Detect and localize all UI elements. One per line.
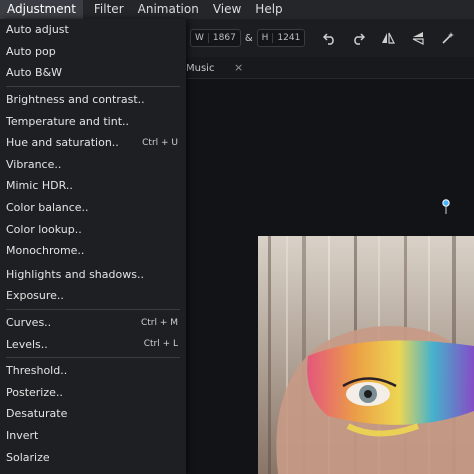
menu-item-temperature-tint[interactable]: Temperature and tint..	[0, 110, 186, 132]
menu-item-label: Temperature and tint..	[6, 114, 130, 128]
menu-item-exposure[interactable]: Exposure..	[0, 285, 186, 307]
menu-item-vibrance[interactable]: Vibrance..	[0, 154, 186, 176]
menu-item-label: Curves..	[6, 316, 52, 330]
menu-item-auto-adjust[interactable]: Auto adjust	[0, 19, 186, 41]
menu-item-label: Highlights and shadows..	[6, 267, 144, 281]
menu-item-label: Posterize..	[6, 385, 63, 399]
menu-item-label: Color balance..	[6, 201, 89, 215]
anchor-pin-icon[interactable]	[442, 199, 450, 219]
menu-animation[interactable]: Animation	[131, 0, 206, 19]
flip-horizontal-icon[interactable]	[377, 27, 399, 49]
menu-item-label: Exposure..	[6, 289, 64, 303]
menu-view[interactable]: View	[206, 0, 248, 19]
menu-item-auto-bw[interactable]: Auto B&W	[0, 62, 186, 84]
link-dimensions-icon[interactable]: &	[245, 33, 253, 44]
menu-item-label: Vibrance..	[6, 157, 62, 171]
menu-item-shortcut: Ctrl + M	[140, 317, 178, 328]
menu-item-invert[interactable]: Invert	[0, 425, 186, 447]
tab-music[interactable]: Music	[186, 57, 214, 79]
menu-item-label: Brightness and contrast..	[6, 93, 145, 107]
height-value[interactable]: 1241	[272, 33, 300, 43]
menu-item-label: Hue and saturation..	[6, 136, 119, 150]
document-tab-bar: Music ×	[186, 57, 474, 79]
undo-icon[interactable]	[319, 27, 341, 49]
menu-item-color-lookup[interactable]: Color lookup..	[0, 218, 186, 240]
menu-adjustment[interactable]: Adjustment	[0, 0, 83, 19]
menu-item-shortcut: Ctrl + U	[142, 137, 178, 148]
menu-item-label: Monochrome..	[6, 244, 85, 258]
flip-vertical-icon[interactable]	[407, 27, 429, 49]
menu-item-threshold[interactable]: Threshold..	[0, 360, 186, 382]
menu-item-label: Auto adjust	[6, 23, 69, 37]
menu-item-auto-pop[interactable]: Auto pop	[0, 41, 186, 63]
menu-item-hue-saturation[interactable]: Hue and saturation.. Ctrl + U	[0, 132, 186, 154]
menu-item-label: Invert	[6, 428, 39, 442]
toolbar: W 1867 & H 1241	[186, 19, 474, 57]
menu-filter[interactable]: Filter	[87, 0, 131, 19]
magic-wand-icon[interactable]	[437, 27, 459, 49]
menu-item-label: Auto pop	[6, 44, 56, 58]
menu-item-monochrome[interactable]: Monochrome..	[0, 240, 186, 262]
menu-item-label: Solarize	[6, 450, 50, 464]
menu-item-desaturate[interactable]: Desaturate	[0, 403, 186, 425]
menu-item-curves[interactable]: Curves.. Ctrl + M	[0, 312, 186, 334]
menu-item-label: Threshold..	[6, 364, 68, 378]
menu-divider	[6, 85, 180, 87]
menu-item-mimic-hdr[interactable]: Mimic HDR..	[0, 175, 186, 197]
menu-item-label: Color lookup..	[6, 222, 82, 236]
menu-item-label: Levels..	[6, 337, 48, 351]
menu-bar: Adjustment Filter Animation View Help	[0, 0, 474, 19]
menu-item-posterize[interactable]: Posterize..	[0, 382, 186, 404]
menu-help[interactable]: Help	[248, 0, 289, 19]
height-label: H	[261, 33, 269, 43]
width-label: W	[195, 33, 204, 43]
close-icon[interactable]: ×	[234, 61, 243, 74]
redo-icon[interactable]	[347, 27, 369, 49]
menu-item-label: Desaturate	[6, 407, 68, 421]
menu-item-shortcut: Ctrl + L	[143, 339, 178, 350]
menu-item-brightness-contrast[interactable]: Brightness and contrast..	[0, 89, 186, 111]
canvas-image	[258, 236, 474, 474]
menu-item-color-balance[interactable]: Color balance..	[0, 197, 186, 219]
height-field[interactable]: H 1241	[256, 29, 306, 47]
adjustment-dropdown-menu: Auto adjust Auto pop Auto B&W Brightness…	[0, 19, 186, 474]
menu-item-highlights-shadows[interactable]: Highlights and shadows..	[0, 264, 186, 286]
menu-item-label: Mimic HDR..	[6, 179, 73, 193]
menu-item-label: Auto B&W	[6, 66, 63, 80]
menu-item-solarize[interactable]: Solarize	[0, 446, 186, 468]
width-field[interactable]: W 1867	[190, 29, 241, 47]
width-value[interactable]: 1867	[207, 33, 236, 43]
menu-divider	[6, 356, 180, 358]
app-window: Adjustment Filter Animation View Help W …	[0, 0, 474, 474]
tab-label: Music	[186, 62, 215, 74]
menu-divider	[6, 308, 180, 310]
menu-item-levels[interactable]: Levels.. Ctrl + L	[0, 333, 186, 355]
